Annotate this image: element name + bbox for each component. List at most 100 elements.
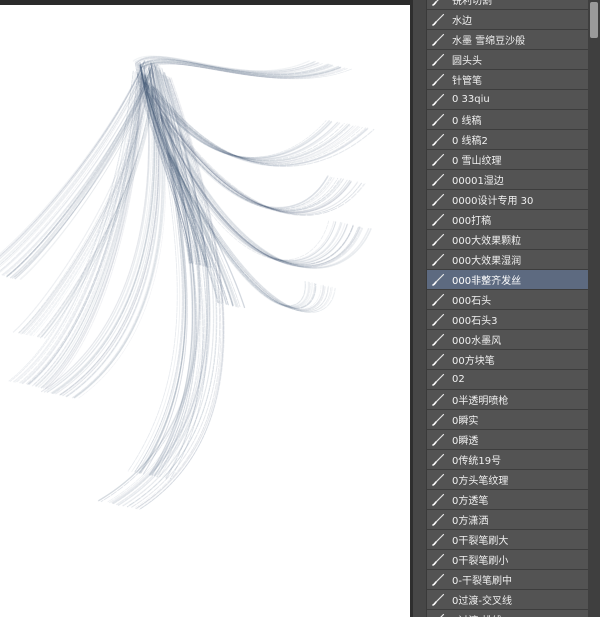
brush-list-item-label: 000石头 — [452, 296, 492, 307]
brush-icon — [430, 292, 445, 307]
brush-icon — [430, 52, 445, 67]
brush-list-item-label: 圆头头 — [452, 56, 482, 67]
brush-list-item[interactable]: 0000设计专用 30 — [427, 190, 588, 210]
brush-list-item-label: 0 雪山纹理 — [452, 156, 502, 167]
brush-list-item[interactable]: 02 — [427, 370, 588, 390]
brush-list-item[interactable]: 00方块笔 — [427, 350, 588, 370]
brush-icon — [430, 0, 445, 7]
brush-list-item-label: 000大效果颗粒 — [452, 236, 522, 247]
brush-list-item-label: 0方潇洒 — [452, 516, 489, 527]
brush-icon — [430, 372, 445, 387]
brush-list-item[interactable]: 0-干裂笔刷中 — [427, 570, 588, 590]
brush-icon — [430, 132, 445, 147]
brush-list-item[interactable]: 针管笔 — [427, 70, 588, 90]
brush-list-item[interactable]: 00001湿边 — [427, 170, 588, 190]
brush-list-item-label: 0瞬实 — [452, 416, 479, 427]
brush-list-item[interactable]: 水边 — [427, 10, 588, 30]
brush-icon — [430, 532, 445, 547]
brush-list-item-label: 0方透笔 — [452, 496, 489, 507]
brush-list-item-label: 000水墨风 — [452, 336, 502, 347]
brush-list-item[interactable]: 000石头3 — [427, 310, 588, 330]
brush-icon — [430, 272, 445, 287]
brush-list-item[interactable]: 000打稿 — [427, 210, 588, 230]
brush-icon — [430, 172, 445, 187]
brush-list-item[interactable]: 0方潇洒 — [427, 510, 588, 530]
brush-list-item-label: 0方头笔纹理 — [452, 476, 509, 487]
brush-list-item-label: 锐利切割 — [452, 0, 492, 7]
brush-icon — [430, 592, 445, 607]
brush-list-item[interactable]: 0干裂笔刷大 — [427, 530, 588, 550]
panel-gutter — [413, 0, 427, 617]
brush-list-item[interactable]: 0传统19号 — [427, 450, 588, 470]
brush-list-item-label: 000大效果湿润 — [452, 256, 522, 267]
brush-icon — [430, 12, 445, 27]
brush-list-item[interactable]: 000非整齐发丝 — [427, 270, 588, 290]
brush-list-item[interactable]: 000石头 — [427, 290, 588, 310]
brush-list-item[interactable]: 0 雪山纹理 — [427, 150, 588, 170]
brush-list-item-label: 0干裂笔刷大 — [452, 536, 509, 547]
brush-list-item[interactable]: 0过渡-排线 — [427, 610, 588, 617]
brush-list-item[interactable]: 0 线稿 — [427, 110, 588, 130]
brush-list-item-label: 000打稿 — [452, 216, 492, 227]
brush-list-item[interactable]: 圆头头 — [427, 50, 588, 70]
brush-list-item-label: 02 — [452, 374, 465, 385]
brush-icon — [430, 612, 445, 617]
brush-list-item[interactable]: 000大效果湿润 — [427, 250, 588, 270]
brush-icon — [430, 212, 445, 227]
brush-icon — [430, 572, 445, 587]
brush-list-item[interactable]: 锐利切割 — [427, 0, 588, 10]
brush-icon — [430, 332, 445, 347]
brush-icon — [430, 92, 445, 107]
brush-icon — [430, 432, 445, 447]
brush-list-item-label: 水边 — [452, 16, 472, 27]
brush-list-item[interactable]: 000大效果颗粒 — [427, 230, 588, 250]
brush-list-item[interactable]: 0干裂笔刷小 — [427, 550, 588, 570]
brush-list-item[interactable]: 0方透笔 — [427, 490, 588, 510]
canvas-area[interactable] — [0, 0, 412, 617]
brush-list-item-label: 水墨 雪绵豆沙般 — [452, 36, 526, 47]
brush-icon — [430, 112, 445, 127]
brush-icon — [430, 392, 445, 407]
brush-list-item[interactable]: 000水墨风 — [427, 330, 588, 350]
brush-list-item-label: 0传统19号 — [452, 456, 502, 467]
brush-list-item-label: 00001湿边 — [452, 176, 504, 187]
brush-icon — [430, 152, 445, 167]
brush-list-scrollbar[interactable] — [588, 0, 600, 617]
brush-list-item-label: 000非整齐发丝 — [452, 276, 522, 287]
brush-list-item-label: 0瞬透 — [452, 436, 479, 447]
brush-list-item[interactable]: 0过渡-交叉线 — [427, 590, 588, 610]
brush-icon — [430, 472, 445, 487]
brush-list-item[interactable]: 0 线稿2 — [427, 130, 588, 150]
brush-list-item-label: 0过渡-排线 — [452, 612, 502, 617]
painting-canvas[interactable] — [0, 5, 410, 617]
brush-list-item[interactable]: 0半透明喷枪 — [427, 390, 588, 410]
brush-list-item-label: 0000设计专用 30 — [452, 196, 534, 207]
brush-icon — [430, 232, 445, 247]
brush-list-item-label: 0过渡-交叉线 — [452, 596, 512, 607]
brush-list-item-label: 0 线稿 — [452, 116, 482, 127]
brush-list-item[interactable]: 水墨 雪绵豆沙般 — [427, 30, 588, 50]
hair-strokes-artwork — [0, 55, 375, 510]
brush-list-item[interactable]: 0瞬实 — [427, 410, 588, 430]
brush-icon — [430, 32, 445, 47]
brush-list: 锐利切割水边水墨 雪绵豆沙般 圆头头针管笔 0 33qiu 0 线稿 0 线稿2 0 雪山… — [427, 0, 588, 617]
brush-icon — [430, 252, 445, 267]
brush-list-item-label: 0 线稿2 — [452, 136, 488, 147]
brush-list-item-label: 0半透明喷枪 — [452, 396, 509, 407]
brush-icon — [430, 512, 445, 527]
brush-icon — [430, 492, 445, 507]
brush-list-item-label: 针管笔 — [452, 76, 482, 87]
brush-icon — [430, 312, 445, 327]
brush-icon — [430, 72, 445, 87]
brush-list-item-label: 0-干裂笔刷中 — [452, 576, 512, 587]
scrollbar-thumb[interactable] — [590, 2, 598, 38]
brush-list-item-label: 0干裂笔刷小 — [452, 556, 509, 567]
brush-list-item[interactable]: 0 33qiu — [427, 90, 588, 110]
brush-icon — [430, 552, 445, 567]
brush-list-item[interactable]: 0方头笔纹理 — [427, 470, 588, 490]
brush-icon — [430, 412, 445, 427]
brush-icon — [430, 192, 445, 207]
brush-presets-panel: 锐利切割水边水墨 雪绵豆沙般 圆头头针管笔 0 33qiu 0 线稿 0 线稿2 0 雪山… — [413, 0, 600, 617]
brush-list-item[interactable]: 0瞬透 — [427, 430, 588, 450]
brush-list-item-label: 000石头3 — [452, 316, 498, 327]
